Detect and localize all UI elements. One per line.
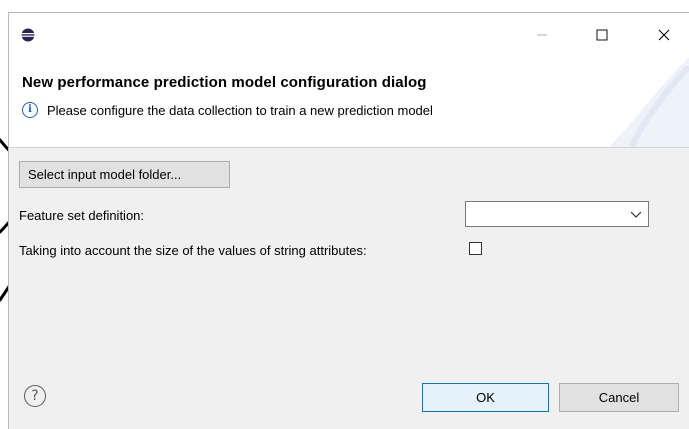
minimize-icon xyxy=(537,34,547,36)
info-icon: i xyxy=(22,102,38,118)
maximize-button[interactable] xyxy=(579,13,625,57)
prediction-model-dialog: New performance prediction model configu… xyxy=(8,12,689,429)
select-input-model-folder-button[interactable]: Select input model folder... xyxy=(19,161,230,188)
close-icon xyxy=(658,29,670,41)
help-icon[interactable]: ? xyxy=(24,385,46,407)
maximize-icon xyxy=(596,29,608,41)
string-size-label: Taking into account the size of the valu… xyxy=(19,243,367,258)
feature-set-label: Feature set definition: xyxy=(19,208,145,223)
ok-button-label: OK xyxy=(476,390,495,405)
chevron-down-icon xyxy=(630,211,642,218)
cancel-button-label: Cancel xyxy=(598,390,640,405)
dialog-title: New performance prediction model configu… xyxy=(22,74,427,91)
feature-set-dropdown[interactable] xyxy=(465,201,649,227)
string-size-checkbox[interactable] xyxy=(469,242,482,255)
banner-decoration xyxy=(609,57,689,147)
minimize-button[interactable] xyxy=(519,13,565,57)
close-button[interactable] xyxy=(641,13,687,57)
select-input-model-folder-label: Select input model folder... xyxy=(28,167,182,182)
banner-message-text: Please configure the data collection to … xyxy=(47,102,433,118)
banner-message: i Please configure the data collection t… xyxy=(22,102,433,118)
cancel-button[interactable]: Cancel xyxy=(559,383,679,412)
header-banner: New performance prediction model configu… xyxy=(9,57,689,148)
eclipse-icon xyxy=(21,28,35,42)
title-bar xyxy=(9,13,689,57)
ok-button[interactable]: OK xyxy=(422,383,549,412)
